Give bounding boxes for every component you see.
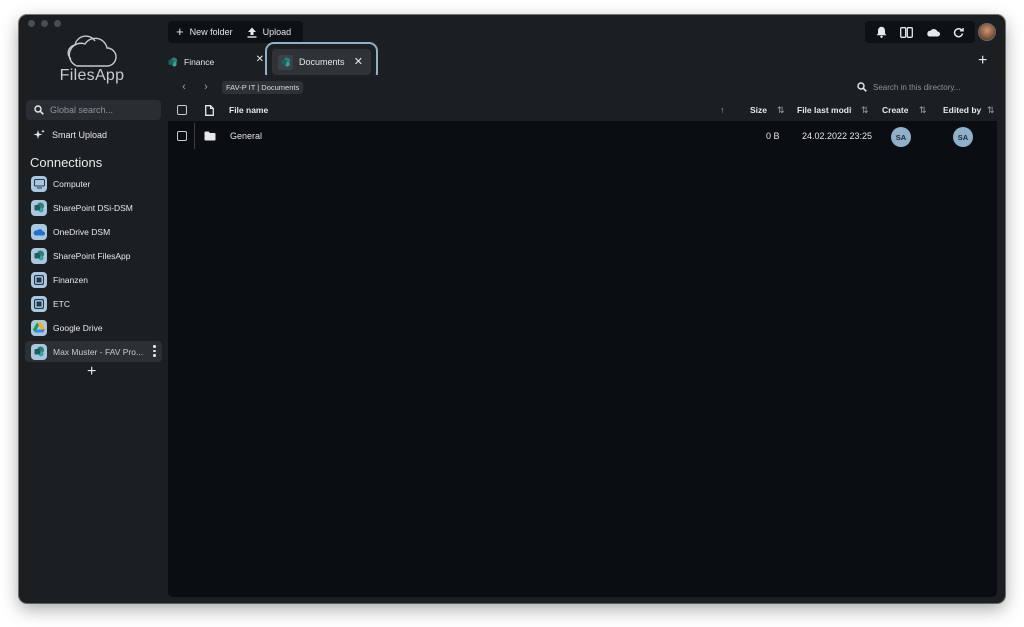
file-name[interactable]: General [230,125,262,147]
file-browser: ‹ › FAV-P IT | Documents File name ↑ Siz… [168,75,997,597]
directory-search[interactable] [851,77,993,97]
new-folder-button[interactable]: + New folder [176,24,233,39]
connection-sharepoint-dsi-dsm[interactable]: SharePoint DSi-DSM [25,197,162,218]
new-folder-label: New folder [189,27,233,37]
connection-sharepoint-filesapp[interactable]: SharePoint FilesApp [25,245,162,266]
drive-icon [31,271,47,288]
more-options-icon[interactable] [153,345,156,357]
column-created-by[interactable]: Create [882,99,908,121]
smart-upload-label: Smart Upload [52,130,108,140]
sort-icon[interactable]: ⇅ [987,99,995,121]
refresh-icon[interactable] [953,27,965,38]
sort-icon[interactable]: ⇅ [919,99,927,121]
sharepoint-icon [168,56,178,67]
forward-arrow-icon[interactable]: › [200,81,212,93]
connection-label: Google Drive [53,322,103,333]
onedrive-icon [31,223,47,240]
sparkle-icon [33,129,45,139]
connection-computer[interactable]: Computer [25,173,162,194]
user-avatar[interactable] [978,23,996,41]
tab-documents-inner: Documents ✕ [272,49,371,75]
computer-icon [31,175,47,192]
cloud-logo-icon [67,35,117,67]
google-drive-icon [31,319,47,336]
select-all-checkbox[interactable] [177,99,187,121]
directory-search-input[interactable] [873,82,983,92]
add-tab-button[interactable]: + [978,53,987,69]
sharepoint-icon [31,199,47,216]
close-tab-icon[interactable]: ✕ [354,55,363,68]
created-by-avatar: SA [891,126,911,148]
table-row[interactable]: General 0 B 24.02.2022 23:25 SA SA [168,125,997,147]
back-arrow-icon[interactable]: ‹ [178,81,190,93]
sort-icon[interactable]: ⇅ [861,99,869,121]
connection-etc[interactable]: ETC [25,293,162,314]
cloud-icon[interactable] [926,28,941,37]
connection-label: SharePoint FilesApp [53,250,131,261]
row-checkbox[interactable] [177,125,187,147]
table-header: File name ↑ Size ⇅ File last modifi ⇅ Cr… [168,99,997,121]
tab-finance[interactable]: Finance ✕ [168,53,264,70]
connection-label: SharePoint DSi-DSM [53,202,133,213]
drive-icon [31,295,47,312]
bell-icon[interactable] [876,26,887,38]
plus-icon: + [176,24,184,39]
file-type-icon [205,99,214,121]
upload-label: Upload [262,27,292,37]
sort-icon[interactable]: ⇅ [777,99,785,121]
connection-label: Max Muster - FAV Pro... [53,346,144,357]
app-logo: FilesApp [47,35,137,91]
folder-icon [204,125,216,147]
sidebar: FilesApp Smart Upload Connections Comput… [19,15,167,603]
upload-button[interactable]: Upload [247,27,292,38]
file-size: 0 B [766,131,780,141]
connection-google-drive[interactable]: Google Drive [25,317,162,338]
connection-finanzen[interactable]: Finanzen [25,269,162,290]
search-icon [34,105,44,115]
sort-ascending-icon[interactable]: ↑ [720,99,725,121]
connections-list: Computer SharePoint DSi-DSM OneDrive DSM… [25,173,162,365]
global-search[interactable] [26,100,161,120]
tab-label: Documents [299,57,345,67]
smart-upload-button[interactable]: Smart Upload [33,129,107,141]
connection-label: Finanzen [53,274,88,285]
column-edited-by[interactable]: Edited by [943,99,981,121]
connections-title: Connections [30,155,103,170]
global-search-input[interactable] [50,105,150,115]
sharepoint-icon [31,247,47,264]
connection-label: Computer [53,178,91,189]
app-window: FilesApp Smart Upload Connections Comput… [19,15,1005,603]
top-right-actions [865,21,975,43]
main-toolbar: + New folder Upload [168,21,303,43]
edited-by-avatar: SA [953,126,973,148]
file-modified: 24.02.2022 23:25 [802,131,873,141]
column-size[interactable]: Size [750,99,767,121]
close-tab-icon[interactable]: ✕ [256,54,264,65]
sharepoint-icon [278,54,293,70]
tab-label: Finance [184,56,215,67]
column-last-modified[interactable]: File last modifi [797,99,852,121]
app-name: FilesApp [59,67,125,84]
connection-max-muster[interactable]: Max Muster - FAV Pro... [25,341,162,362]
column-file-name[interactable]: File name [229,99,268,121]
search-icon [857,82,867,92]
split-view-icon[interactable] [899,26,913,38]
breadcrumb[interactable]: FAV-P IT | Documents [222,80,304,94]
connection-label: ETC [53,298,70,309]
upload-icon [247,27,257,38]
connection-onedrive-dsm[interactable]: OneDrive DSM [25,221,162,242]
sharepoint-icon [31,343,47,360]
path-bar: ‹ › FAV-P IT | Documents [168,75,997,99]
connection-label: OneDrive DSM [53,226,111,237]
add-connection-button[interactable]: + [87,364,96,380]
